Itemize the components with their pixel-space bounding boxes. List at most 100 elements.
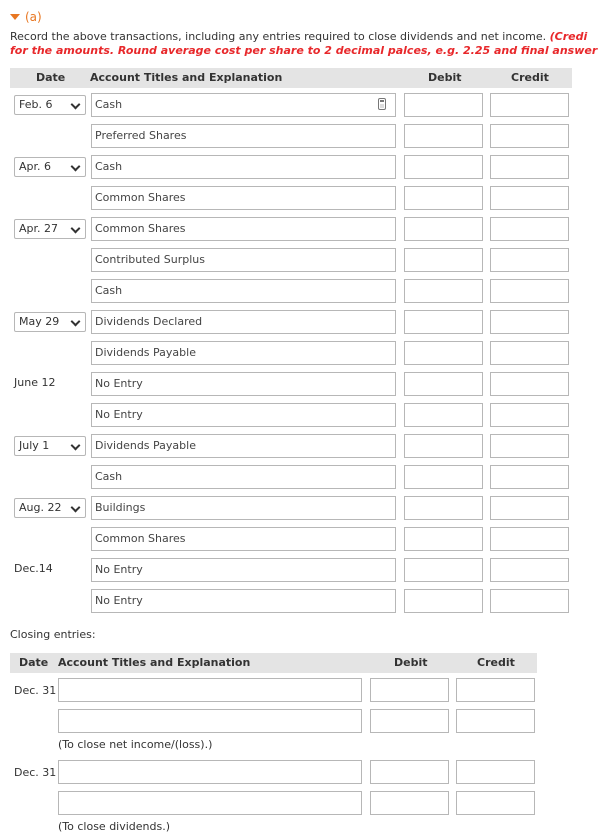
date-select[interactable]: Apr. 27 (14, 219, 86, 239)
credit-input[interactable] (490, 186, 569, 210)
chevron-down-icon (70, 223, 81, 234)
account-title-field[interactable]: Dividends Payable (91, 434, 396, 458)
debit-input[interactable] (404, 403, 483, 427)
credit-input[interactable] (490, 341, 569, 365)
account-title-value: No Entry (95, 563, 143, 576)
account-title-field[interactable]: Preferred Shares (91, 124, 396, 148)
account-title-value: Preferred Shares (95, 129, 187, 142)
closing-debit-input[interactable] (370, 760, 449, 784)
account-title-field[interactable]: Dividends Declared (91, 310, 396, 334)
debit-input[interactable] (404, 217, 483, 241)
credit-input[interactable] (490, 496, 569, 520)
closing-account-input[interactable] (58, 678, 362, 702)
debit-input[interactable] (404, 589, 483, 613)
debit-input[interactable] (404, 496, 483, 520)
debit-input[interactable] (404, 279, 483, 303)
date-select-value: Apr. 6 (19, 160, 52, 173)
debit-input[interactable] (404, 124, 483, 148)
credit-input[interactable] (490, 527, 569, 551)
header-date: Date (36, 71, 66, 84)
date-select[interactable]: May 29 (14, 312, 86, 332)
instructions-red-text-2: for the amounts. Round average cost per … (10, 44, 598, 57)
closing-credit-input[interactable] (456, 791, 535, 815)
account-title-field[interactable]: Contributed Surplus (91, 248, 396, 272)
account-title-field[interactable]: Common Shares (91, 527, 396, 551)
closing-credit-input[interactable] (456, 709, 535, 733)
closing-date: Dec. 31 (14, 766, 57, 779)
credit-input[interactable] (490, 589, 569, 613)
closing-header-account: Account Titles and Explanation (58, 656, 251, 669)
account-title-value: Cash (95, 98, 123, 111)
credit-input[interactable] (490, 124, 569, 148)
debit-input[interactable] (404, 434, 483, 458)
closing-credit-input[interactable] (456, 760, 535, 784)
account-title-field[interactable]: Cash (91, 279, 396, 303)
closing-account-input[interactable] (58, 791, 362, 815)
chevron-down-icon (70, 316, 81, 327)
debit-input[interactable] (404, 527, 483, 551)
debit-input[interactable] (404, 558, 483, 582)
closing-date: Dec. 31 (14, 684, 57, 697)
account-title-value: Dividends Declared (95, 315, 203, 328)
credit-input[interactable] (490, 372, 569, 396)
account-title-field[interactable]: Cash (91, 93, 396, 117)
instructions-line-1: Record the above transactions, including… (10, 30, 604, 44)
closing-credit-input[interactable] (456, 678, 535, 702)
credit-input[interactable] (490, 434, 569, 458)
credit-input[interactable] (490, 155, 569, 179)
account-title-field[interactable]: No Entry (91, 589, 396, 613)
credit-input[interactable] (490, 310, 569, 334)
closing-header-debit: Debit (394, 656, 428, 669)
account-title-field[interactable]: Dividends Payable (91, 341, 396, 365)
debit-input[interactable] (404, 465, 483, 489)
credit-input[interactable] (490, 248, 569, 272)
date-select-value: Aug. 22 (19, 501, 62, 514)
closing-entries-label: Closing entries: (10, 628, 96, 641)
date-select[interactable]: July 1 (14, 436, 86, 456)
date-select[interactable]: Feb. 6 (14, 95, 86, 115)
debit-input[interactable] (404, 310, 483, 334)
closing-header-credit: Credit (477, 656, 515, 669)
account-title-field[interactable]: Buildings (91, 496, 396, 520)
closing-debit-input[interactable] (370, 678, 449, 702)
closing-account-input[interactable] (58, 760, 362, 784)
header-credit: Credit (511, 71, 549, 84)
instructions-text: Record the above transactions, including… (10, 30, 550, 43)
credit-input[interactable] (490, 403, 569, 427)
date-select[interactable]: Apr. 6 (14, 157, 86, 177)
part-a-label: (a) (25, 10, 42, 24)
debit-input[interactable] (404, 248, 483, 272)
account-title-field[interactable]: Cash (91, 465, 396, 489)
account-title-field[interactable]: No Entry (91, 558, 396, 582)
credit-input[interactable] (490, 558, 569, 582)
part-a-heading[interactable]: (a) (10, 10, 42, 24)
closing-debit-input[interactable] (370, 791, 449, 815)
account-title-field[interactable]: Common Shares (91, 217, 396, 241)
chevron-down-icon (70, 440, 81, 451)
calculator-icon[interactable] (378, 98, 386, 110)
debit-input[interactable] (404, 155, 483, 179)
account-title-field[interactable]: Cash (91, 155, 396, 179)
date-select-value: Feb. 6 (19, 98, 53, 111)
date-select-value: July 1 (19, 439, 50, 452)
debit-input[interactable] (404, 186, 483, 210)
chevron-down-icon (70, 161, 81, 172)
credit-input[interactable] (490, 217, 569, 241)
account-title-value: Cash (95, 284, 123, 297)
account-title-field[interactable]: Common Shares (91, 186, 396, 210)
date-text: June 12 (14, 376, 56, 389)
account-title-field[interactable]: No Entry (91, 372, 396, 396)
credit-input[interactable] (490, 279, 569, 303)
date-select[interactable]: Aug. 22 (14, 498, 86, 518)
closing-account-input[interactable] (58, 709, 362, 733)
credit-input[interactable] (490, 93, 569, 117)
debit-input[interactable] (404, 341, 483, 365)
account-title-field[interactable]: No Entry (91, 403, 396, 427)
credit-input[interactable] (490, 465, 569, 489)
account-title-value: Dividends Payable (95, 346, 196, 359)
debit-input[interactable] (404, 372, 483, 396)
account-title-value: No Entry (95, 594, 143, 607)
date-select-value: Apr. 27 (19, 222, 59, 235)
closing-debit-input[interactable] (370, 709, 449, 733)
debit-input[interactable] (404, 93, 483, 117)
